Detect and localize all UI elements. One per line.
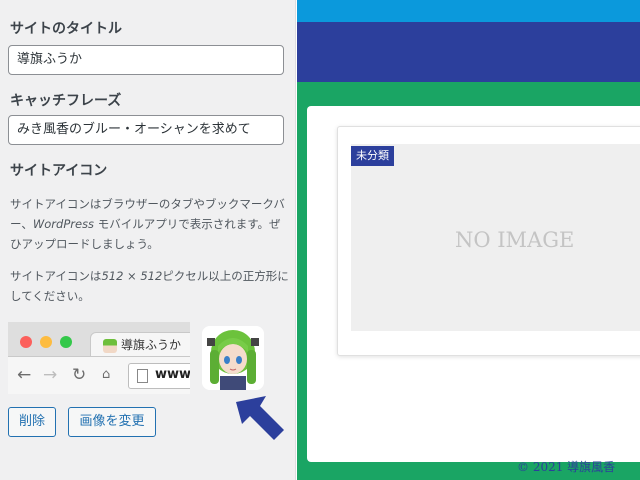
no-image-text: NO IMAGE xyxy=(455,228,575,252)
change-image-button[interactable]: 画像を変更 xyxy=(68,407,156,437)
window-maximize-dot xyxy=(60,336,72,348)
post-thumbnail[interactable]: 未分類 NO IMAGE xyxy=(351,144,640,331)
window-minimize-dot xyxy=(40,336,52,348)
site-preview: 未分類 NO IMAGE © 2021 導旗風香 xyxy=(297,0,640,480)
site-icon-description: サイトアイコンはブラウザーのタブやブックマークバー、WordPress モバイル… xyxy=(10,197,285,251)
tagline-input[interactable]: みき風香のブルー・オーシャンを求めて xyxy=(8,115,284,145)
reload-icon: ↻ xyxy=(72,365,87,385)
site-icon-heading: サイトアイコン xyxy=(10,163,108,179)
window-close-dot xyxy=(20,336,32,348)
browser-preview: 導旗ふうか ← → ↻ ⌂ www. xyxy=(8,322,190,394)
tagline-heading: キャッチフレーズ xyxy=(10,93,122,109)
site-title-heading: サイトのタイトル xyxy=(10,21,122,37)
site-icon-size-note: サイトアイコンは512 × 512ピクセル以上の正方形にしてください。 xyxy=(10,269,289,303)
browser-toolbar: ← → ↻ ⌂ www. xyxy=(8,356,190,394)
post-card[interactable]: 未分類 NO IMAGE xyxy=(337,126,640,356)
url-bar: www. xyxy=(128,363,190,389)
site-title-input[interactable]: 導旗ふうか xyxy=(8,45,284,75)
arrow-left-icon: ← xyxy=(17,365,32,385)
arrow-right-icon: → xyxy=(43,365,58,385)
arrow-pointer-icon xyxy=(236,396,284,440)
customizer-panel: サイトのタイトル 導旗ふうか キャッチフレーズ みき風香のブルー・オーシャンを求… xyxy=(0,0,296,480)
category-badge[interactable]: 未分類 xyxy=(351,146,394,166)
url-text: www. xyxy=(155,367,190,382)
home-icon: ⌂ xyxy=(102,367,111,382)
site-icon-image xyxy=(202,326,264,390)
browser-tab: 導旗ふうか xyxy=(90,332,190,358)
tab-title: 導旗ふうか xyxy=(121,338,182,352)
footer-copyright: © 2021 導旗風香 xyxy=(517,460,616,474)
remove-button[interactable]: 削除 xyxy=(8,407,56,437)
content-area: 未分類 NO IMAGE xyxy=(307,106,640,462)
browser-titlebar: 導旗ふうか xyxy=(8,322,190,358)
page-icon xyxy=(137,369,148,383)
site-navbar xyxy=(297,22,640,82)
site-top-bar xyxy=(297,0,640,22)
favicon-icon xyxy=(103,339,117,353)
